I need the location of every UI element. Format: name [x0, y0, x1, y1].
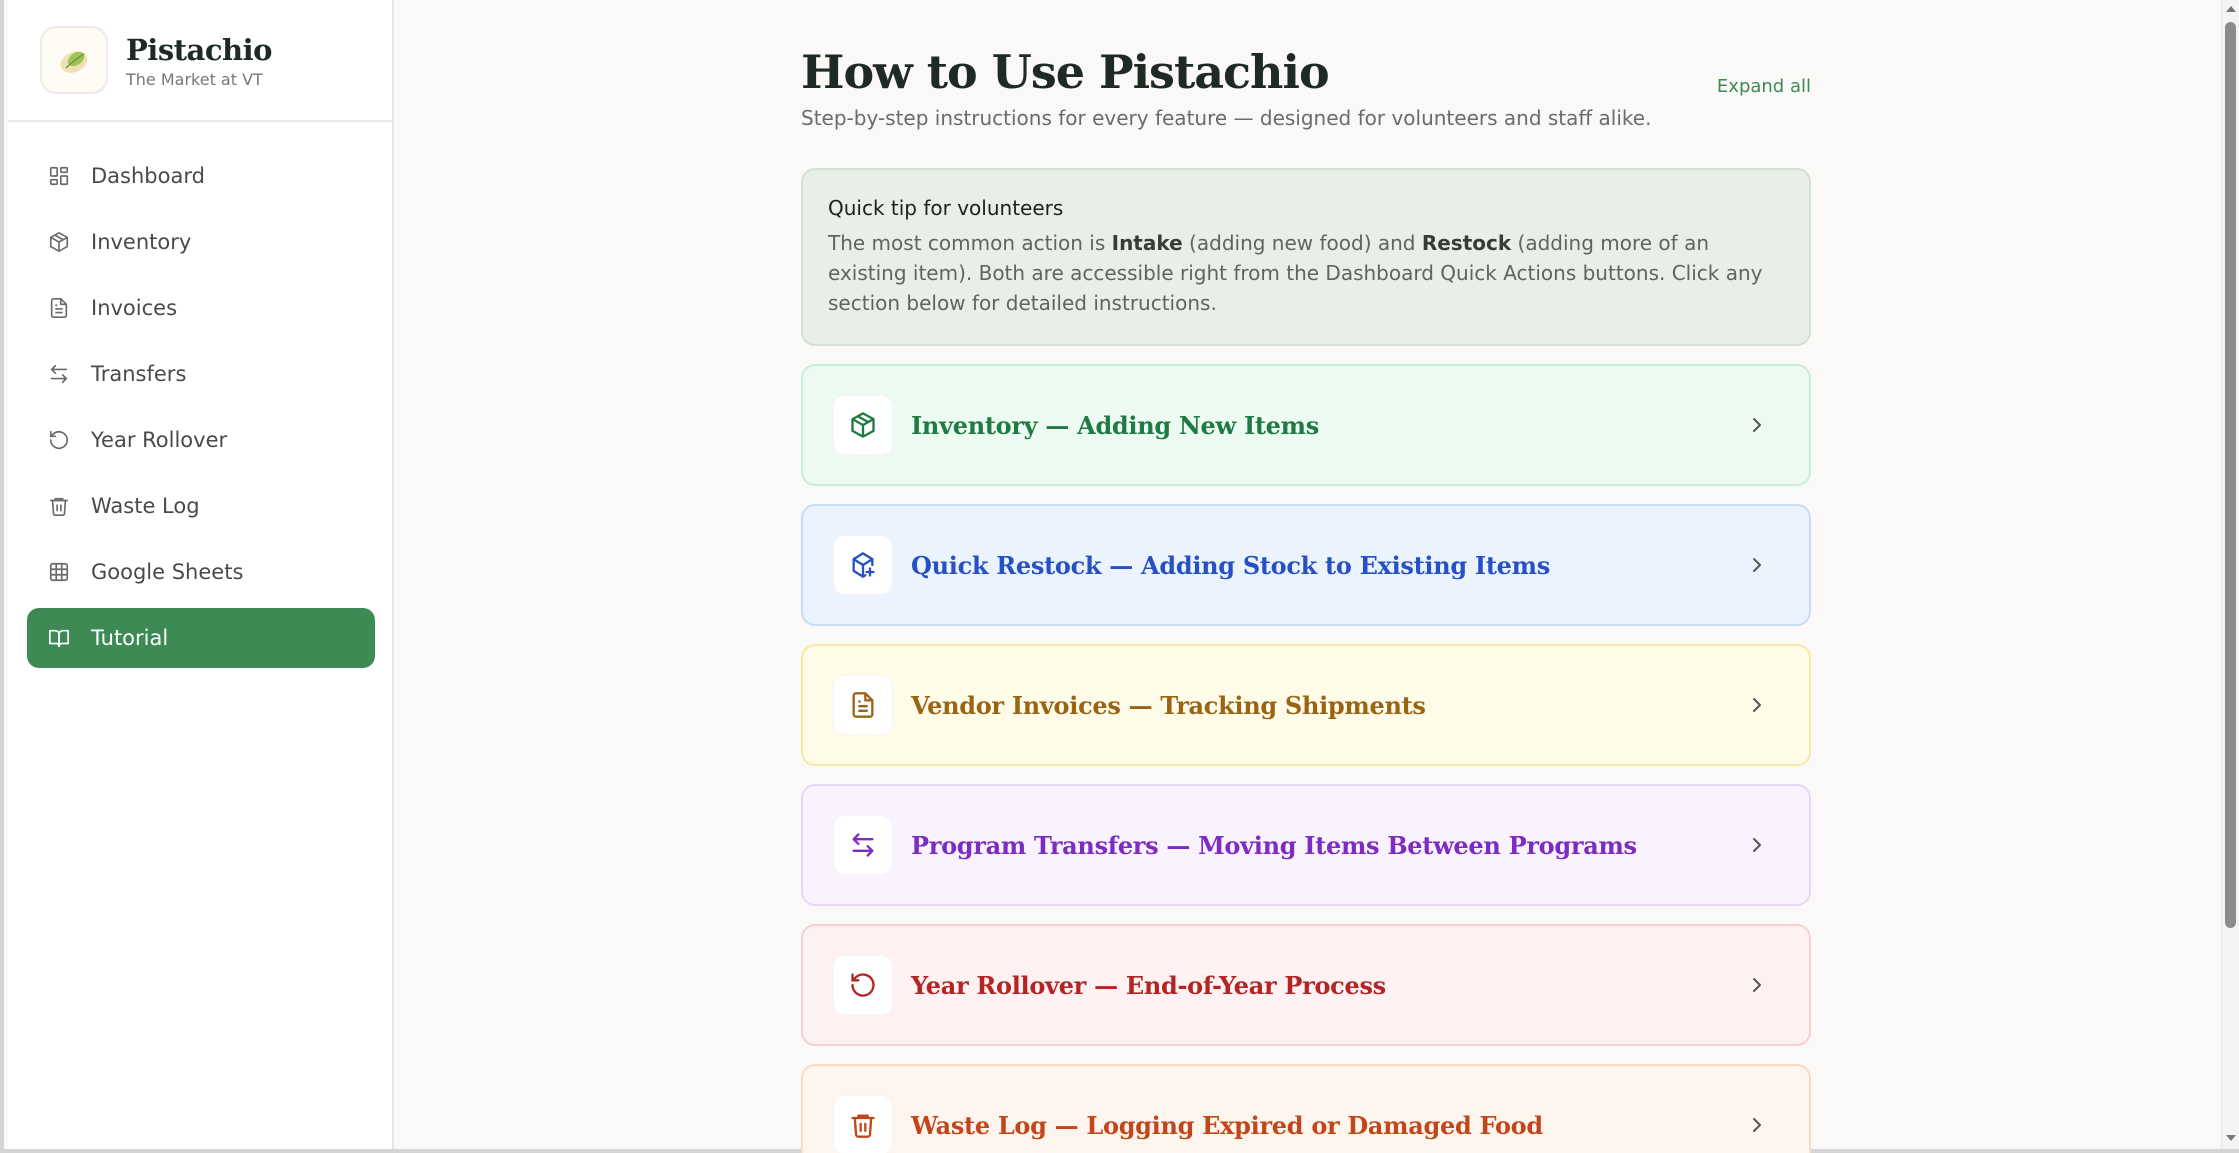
sidebar-item-label: Dashboard — [91, 164, 205, 188]
sidebar-item-label: Tutorial — [91, 626, 169, 650]
page-subtitle: Step-by-step instructions for every feat… — [801, 106, 1652, 130]
sidebar-nav: Dashboard Inventory Invoices Transfers Y… — [8, 122, 392, 668]
rotate-ccw-icon — [833, 955, 893, 1015]
sidebar-item-label: Transfers — [91, 362, 187, 386]
sidebar-item-tutorial[interactable]: Tutorial — [27, 608, 375, 668]
section-program-transfers[interactable]: Program Transfers — Moving Items Between… — [801, 784, 1811, 906]
dashboard-icon — [47, 164, 71, 188]
scroll-thumb[interactable] — [2225, 22, 2236, 928]
scroll-down-arrow-icon[interactable] — [2226, 1135, 2236, 1141]
book-open-icon — [47, 626, 71, 650]
section-title: Program Transfers — Moving Items Between… — [911, 830, 1637, 860]
tutorial-content: How to Use Pistachio Step-by-step instru… — [801, 0, 1811, 1153]
section-title: Waste Log — Logging Expired or Damaged F… — [911, 1110, 1543, 1140]
tip-text: The most common action is — [828, 231, 1112, 255]
sidebar-item-label: Invoices — [91, 296, 178, 320]
sidebar-item-transfers[interactable]: Transfers — [27, 344, 375, 404]
file-text-icon — [833, 675, 893, 735]
app-window: Pistachio The Market at VT Dashboard Inv… — [0, 0, 2239, 1153]
sidebar-item-label: Waste Log — [91, 494, 200, 518]
section-title: Vendor Invoices — Tracking Shipments — [911, 690, 1426, 720]
chevron-right-icon — [1745, 553, 1769, 581]
brand[interactable]: Pistachio The Market at VT — [8, 0, 392, 122]
section-year-rollover[interactable]: Year Rollover — End-of-Year Process — [801, 924, 1811, 1046]
brand-subtitle: The Market at VT — [126, 69, 263, 89]
box-icon — [833, 395, 893, 455]
tip-bold-restock: Restock — [1421, 231, 1512, 255]
expand-all-button[interactable]: Expand all — [1717, 76, 1811, 97]
section-title: Quick Restock — Adding Stock to Existing… — [911, 550, 1550, 580]
box-icon — [47, 230, 71, 254]
tip-bold-intake: Intake — [1111, 231, 1183, 255]
chevron-right-icon — [1745, 1113, 1769, 1141]
section-waste-log[interactable]: Waste Log — Logging Expired or Damaged F… — [801, 1064, 1811, 1153]
pistachio-logo-icon — [40, 26, 108, 94]
box-plus-icon — [833, 535, 893, 595]
sidebar-item-inventory[interactable]: Inventory — [27, 212, 375, 272]
rotate-ccw-icon — [47, 428, 71, 452]
section-vendor-invoices[interactable]: Vendor Invoices — Tracking Shipments — [801, 644, 1811, 766]
chevron-right-icon — [1745, 833, 1769, 861]
sidebar-item-year-rollover[interactable]: Year Rollover — [27, 410, 375, 470]
arrows-swap-icon — [833, 815, 893, 875]
brand-text: Pistachio The Market at VT — [126, 32, 272, 89]
sidebar-item-label: Inventory — [91, 230, 192, 254]
sidebar: Pistachio The Market at VT Dashboard Inv… — [8, 0, 394, 1149]
quick-tip-card: Quick tip for volunteers The most common… — [801, 168, 1811, 346]
sidebar-item-dashboard[interactable]: Dashboard — [27, 146, 375, 206]
scroll-up-arrow-icon[interactable] — [2226, 6, 2236, 12]
sidebar-item-invoices[interactable]: Invoices — [27, 278, 375, 338]
section-title: Inventory — Adding New Items — [911, 410, 1319, 440]
chevron-right-icon — [1745, 693, 1769, 721]
section-inventory[interactable]: Inventory — Adding New Items — [801, 364, 1811, 486]
trash-icon — [47, 494, 71, 518]
sidebar-item-google-sheets[interactable]: Google Sheets — [27, 542, 375, 602]
file-text-icon — [47, 296, 71, 320]
brand-name: Pistachio — [126, 32, 272, 67]
arrows-swap-icon — [47, 362, 71, 386]
section-title: Year Rollover — End-of-Year Process — [911, 970, 1386, 1000]
trash-icon — [833, 1095, 893, 1153]
section-quick-restock[interactable]: Quick Restock — Adding Stock to Existing… — [801, 504, 1811, 626]
sidebar-item-label: Google Sheets — [91, 560, 244, 584]
sidebar-item-waste-log[interactable]: Waste Log — [27, 476, 375, 536]
tip-title: Quick tip for volunteers — [828, 196, 1064, 220]
sidebar-item-label: Year Rollover — [91, 428, 228, 452]
tip-body: The most common action is Intake (adding… — [828, 228, 1784, 318]
chevron-right-icon — [1745, 973, 1769, 1001]
vertical-scrollbar[interactable] — [2221, 0, 2239, 1149]
chevron-right-icon — [1745, 413, 1769, 441]
main-content: How to Use Pistachio Step-by-step instru… — [396, 0, 2239, 1153]
page-title: How to Use Pistachio — [801, 45, 1330, 99]
table-icon — [47, 560, 71, 584]
tip-text: (adding new food) and — [1182, 231, 1422, 255]
